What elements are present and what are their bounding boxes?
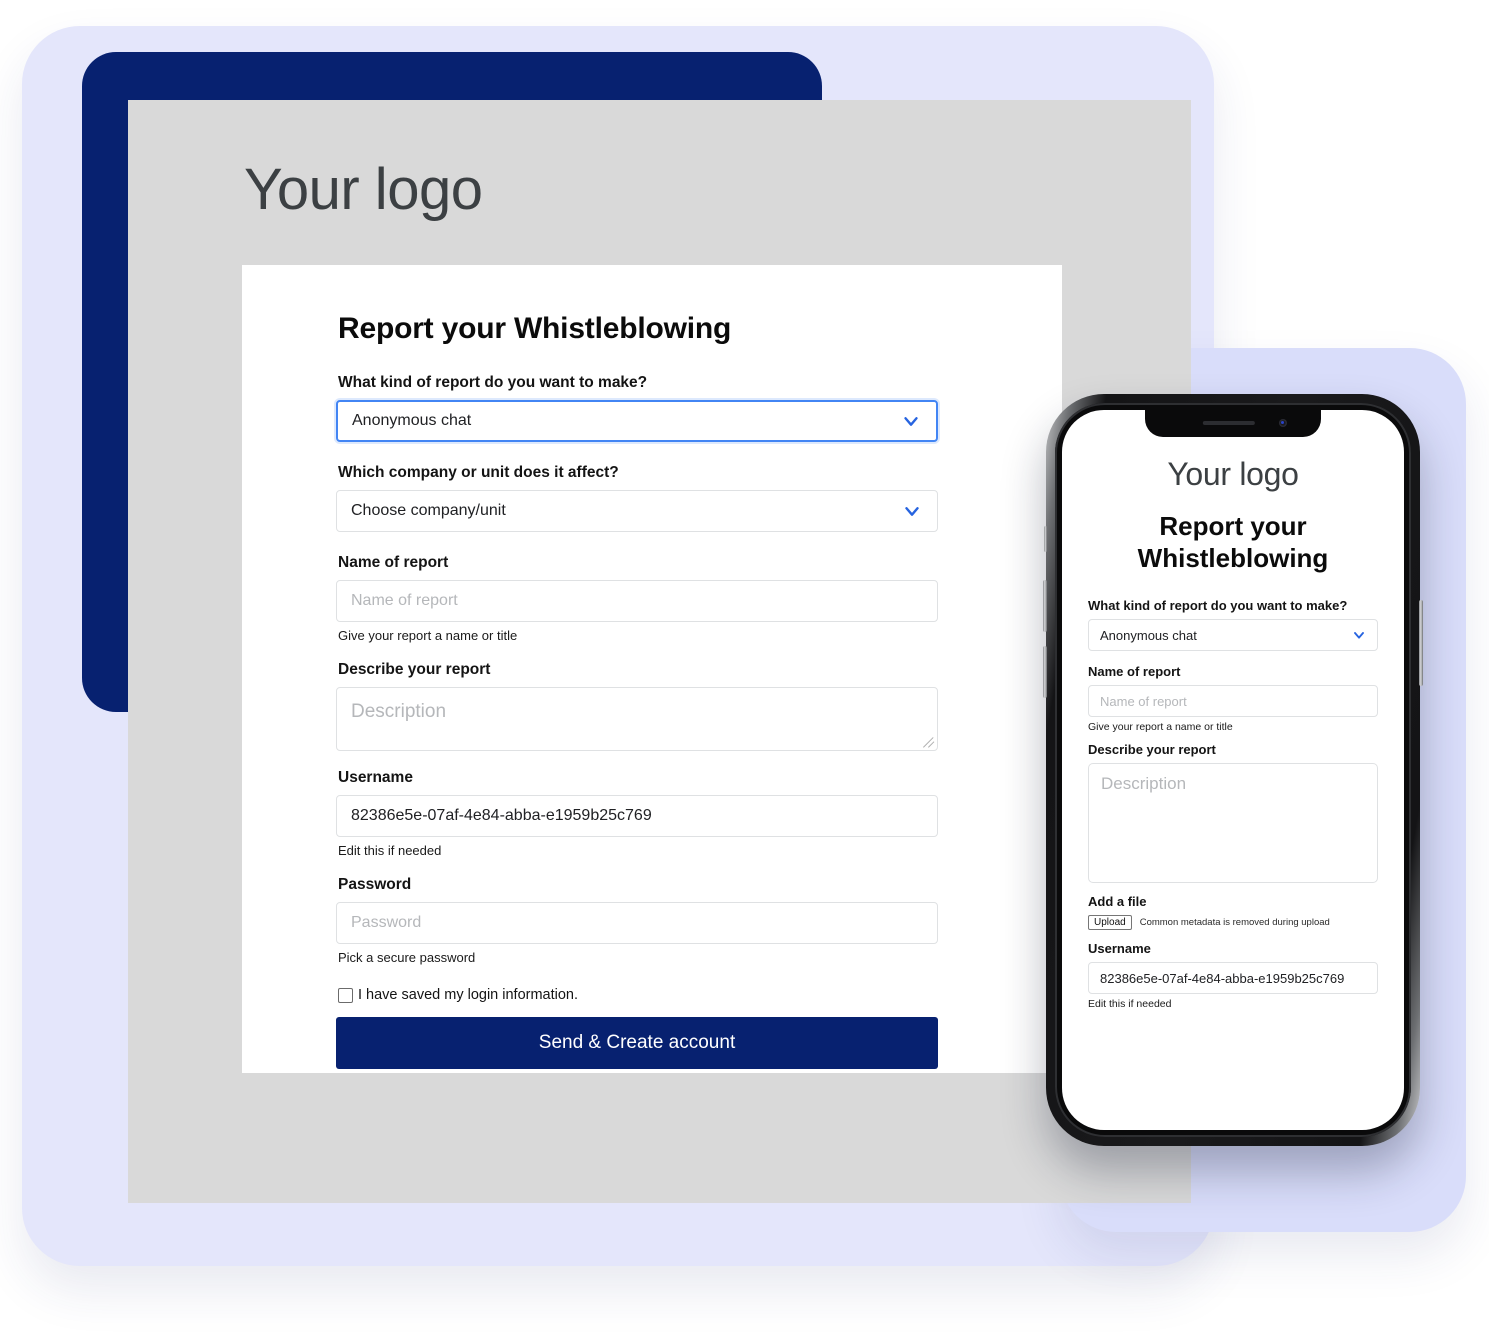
resize-handle-icon[interactable] xyxy=(923,736,935,748)
password-input[interactable]: Password xyxy=(336,902,938,944)
description-placeholder: Description xyxy=(351,701,447,722)
phone-report-name-label: Name of report xyxy=(1088,664,1181,680)
desktop-form-card: Report your Whistleblowing What kind of … xyxy=(242,265,1062,1073)
company-unit-select[interactable]: Choose company/unit xyxy=(336,490,938,532)
report-name-placeholder: Name of report xyxy=(351,592,458,609)
saved-login-label: I have saved my login information. xyxy=(358,987,579,1003)
report-kind-select[interactable]: Anonymous chat xyxy=(336,400,938,442)
description-label: Describe your report xyxy=(338,661,491,678)
password-hint: Pick a secure password xyxy=(338,950,476,965)
chevron-down-icon xyxy=(900,410,922,432)
desktop-mockup: Your logo Report your Whistleblowing Wha… xyxy=(128,100,1191,1203)
saved-login-checkbox[interactable] xyxy=(338,987,353,1003)
password-placeholder: Password xyxy=(351,914,422,931)
description-textarea[interactable]: Description xyxy=(336,687,938,751)
front-camera-icon xyxy=(1279,419,1287,427)
report-kind-value: Anonymous chat xyxy=(352,412,472,429)
volume-up-button[interactable] xyxy=(1043,580,1047,632)
report-name-input[interactable]: Name of report xyxy=(336,580,938,622)
phone-logo: Your logo xyxy=(1167,456,1299,492)
phone-username-hint: Edit this if needed xyxy=(1088,998,1172,1011)
username-hint: Edit this if needed xyxy=(338,843,442,858)
username-value: 82386e5e-07af-4e84-abba-e1959b25c769 xyxy=(351,807,652,824)
report-name-label: Name of report xyxy=(338,554,449,571)
phone-screen: Your logo Report your Whistleblowing Wha… xyxy=(1062,410,1404,1130)
phone-description-label: Describe your report xyxy=(1088,742,1216,758)
company-unit-label: Which company or unit does it affect? xyxy=(338,464,619,481)
report-kind-label: What kind of report do you want to make? xyxy=(338,374,648,391)
company-unit-value: Choose company/unit xyxy=(351,502,506,519)
send-create-account-button[interactable]: Send & Create account xyxy=(336,1017,938,1069)
notch xyxy=(1145,410,1321,437)
volume-down-button[interactable] xyxy=(1043,646,1047,698)
chevron-down-icon xyxy=(1351,627,1367,643)
phone-upload-button[interactable]: Upload xyxy=(1088,915,1132,931)
desktop-logo: Your logo xyxy=(244,157,483,222)
phone-report-kind-label: What kind of report do you want to make? xyxy=(1088,598,1348,614)
phone-report-name-input[interactable]: Name of report xyxy=(1088,685,1378,718)
power-button[interactable] xyxy=(1419,600,1423,686)
username-label: Username xyxy=(338,769,413,786)
phone-report-name-placeholder: Name of report xyxy=(1100,693,1187,709)
speaker-grille-icon xyxy=(1202,421,1255,425)
phone-page-title: Report your Whistleblowing xyxy=(1137,511,1329,573)
chevron-down-icon xyxy=(901,500,923,522)
password-label: Password xyxy=(338,876,412,893)
phone-report-kind-value: Anonymous chat xyxy=(1100,627,1197,643)
phone-report-kind-select[interactable]: Anonymous chat xyxy=(1088,619,1378,652)
silence-switch-button[interactable] xyxy=(1044,526,1047,552)
phone-upload-note: Common metadata is removed during upload xyxy=(1139,917,1330,929)
phone-report-name-hint: Give your report a name or title xyxy=(1088,721,1233,734)
phone-username-input[interactable]: 82386e5e-07af-4e84-abba-e1959b25c769 xyxy=(1088,962,1378,995)
report-name-hint: Give your report a name or title xyxy=(338,628,518,643)
username-input[interactable]: 82386e5e-07af-4e84-abba-e1959b25c769 xyxy=(336,795,938,837)
phone-description-textarea[interactable]: Description xyxy=(1088,763,1378,884)
phone-upload-row: Upload Common metadata is removed during… xyxy=(1088,915,1378,931)
phone-username-value: 82386e5e-07af-4e84-abba-e1959b25c769 xyxy=(1100,970,1345,986)
phone-mockup: Your logo Report your Whistleblowing Wha… xyxy=(1043,394,1423,1146)
phone-description-placeholder: Description xyxy=(1101,774,1187,794)
phone-username-label: Username xyxy=(1088,941,1151,957)
saved-login-checkbox-row[interactable]: I have saved my login information. xyxy=(338,987,938,1003)
page-title: Report your Whistleblowing xyxy=(338,312,732,345)
phone-add-file-label: Add a file xyxy=(1088,894,1147,910)
